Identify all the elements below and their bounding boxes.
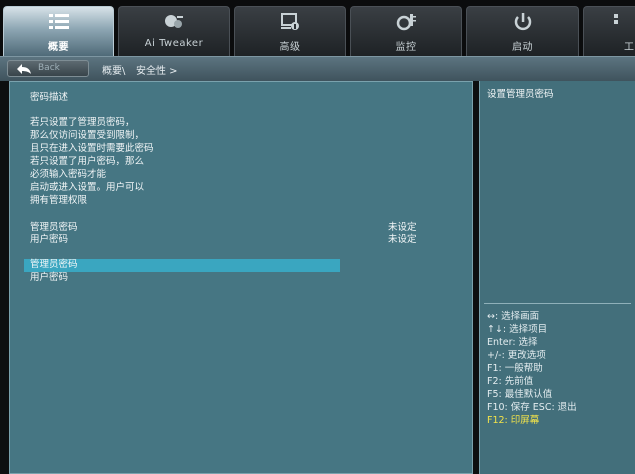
tab-tool[interactable]: 工 xyxy=(583,6,635,56)
key-hint: Enter: 选择 xyxy=(487,337,538,348)
admin-password-status-label: 管理员密码 xyxy=(30,222,78,233)
tab-label: 监控 xyxy=(395,42,417,53)
key-hint: +/-: 更改选项 xyxy=(487,350,546,361)
user-password-status-label: 用户密码 xyxy=(30,234,69,245)
section-heading: 密码描述 xyxy=(30,92,69,103)
back-arrow-icon xyxy=(16,63,32,81)
admin-password-item[interactable]: 管理员密码 xyxy=(24,259,340,272)
monitor-icon xyxy=(351,12,461,38)
help-text: 设置管理员密码 xyxy=(487,89,554,100)
description-line: 那么仅访问设置受到限制， xyxy=(30,130,145,141)
breadcrumb-parent[interactable]: 概要\ xyxy=(102,62,125,77)
breadcrumb-current: 安全性 > xyxy=(136,66,178,77)
description-line: 拥有管理权限 xyxy=(30,195,88,206)
description-line: 若只设置了管理员密码， xyxy=(30,117,135,128)
admin-password-item-label: 管理员密码 xyxy=(30,259,78,270)
breadcrumb: Back 概要\ 安全性 > xyxy=(0,56,635,81)
tab-bar: 概要 Ai Tweaker 高级 监控 启动 工 xyxy=(0,0,635,56)
tab-boot[interactable]: 启动 xyxy=(466,6,579,56)
user-password-status-value: 未设定 xyxy=(388,234,417,245)
tool-icon xyxy=(584,12,635,38)
key-hint: ↑↓: 选择项目 xyxy=(487,324,548,335)
user-password-item[interactable]: 用户密码 xyxy=(24,272,340,285)
back-label: Back xyxy=(38,63,60,73)
tab-monitor[interactable]: 监控 xyxy=(350,6,462,56)
key-hint: F5: 最佳默认值 xyxy=(487,389,553,400)
tab-label: 高级 xyxy=(279,42,301,53)
power-icon xyxy=(467,12,578,38)
tab-label: 概要 xyxy=(48,42,69,53)
back-button[interactable]: Back xyxy=(7,60,89,77)
key-hint: ↔: 选择画面 xyxy=(487,311,540,322)
tab-advanced[interactable]: 高级 xyxy=(234,6,346,56)
key-hint: F10: 保存 ESC: 退出 xyxy=(487,402,577,413)
help-divider xyxy=(484,303,631,304)
description-line: 且只在进入设置时需要此密码 xyxy=(30,143,154,154)
tab-ai-tweaker[interactable]: Ai Tweaker xyxy=(118,6,230,56)
key-hint: F1: 一般帮助 xyxy=(487,363,543,374)
tweaker-icon xyxy=(119,12,229,38)
description-line: 必须输入密码才能 xyxy=(30,169,107,180)
admin-password-status-value: 未设定 xyxy=(388,222,417,233)
list-icon xyxy=(4,12,113,38)
tab-overview[interactable]: 概要 xyxy=(3,6,114,56)
key-hint: F2: 先前值 xyxy=(487,376,534,387)
key-hint-print-screen: F12: 印屏幕 xyxy=(487,415,540,426)
description-line: 启动或进入设置。用户可以 xyxy=(30,182,145,193)
tab-label: 启动 xyxy=(512,42,533,53)
tab-label: Ai Tweaker xyxy=(144,38,204,49)
help-panel: 设置管理员密码 ↔: 选择画面 ↑↓: 选择项目 Enter: 选择 +/-: … xyxy=(479,81,635,474)
user-password-item-label: 用户密码 xyxy=(30,272,69,283)
description-line: 若只设置了用户密码，那么 xyxy=(30,156,145,167)
advanced-icon xyxy=(235,12,345,38)
tab-label: 工 xyxy=(624,42,635,53)
settings-panel: 密码描述 若只设置了管理员密码， 那么仅访问设置受到限制， 且只在进入设置时需要… xyxy=(9,81,473,474)
